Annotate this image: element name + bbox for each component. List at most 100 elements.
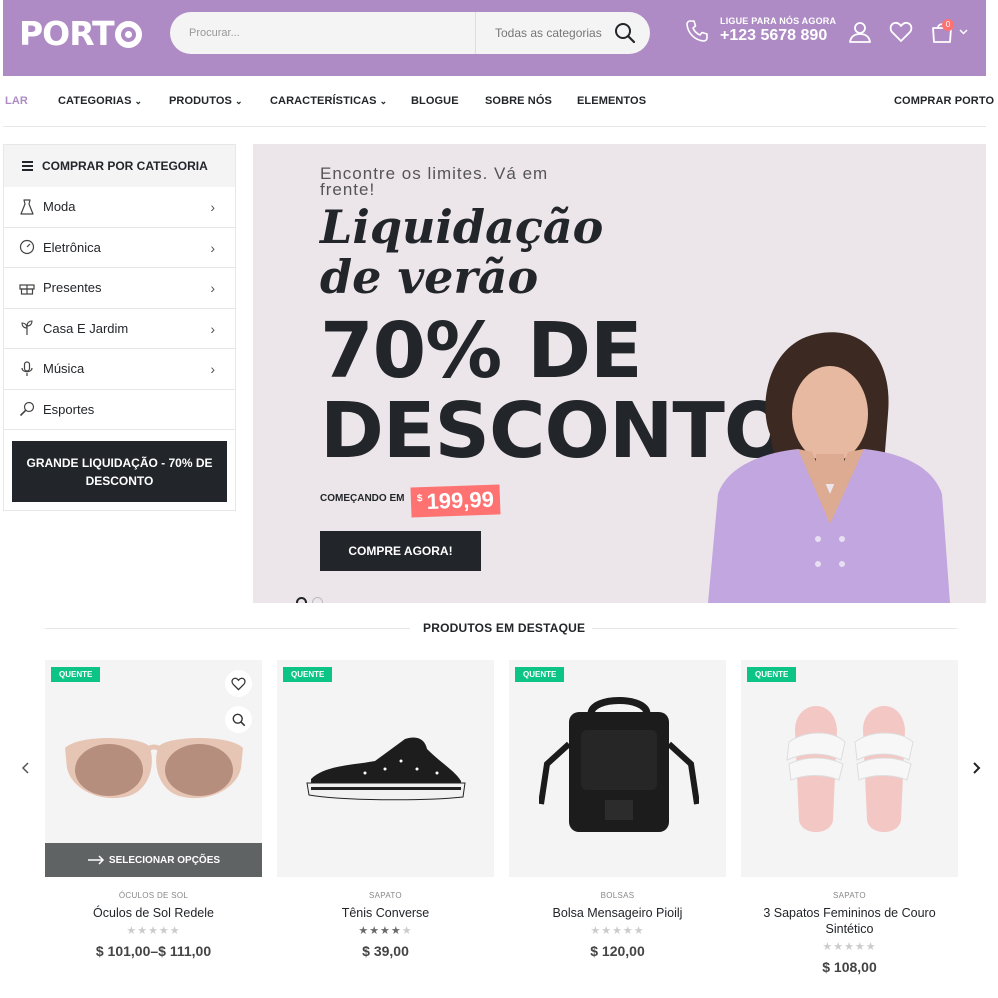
dress-icon: [19, 199, 35, 215]
product-card[interactable]: QUENTE BOLSAS Bolsa Mensageiro Pioilj ★★…: [509, 660, 726, 959]
search-bar: Todas as categorias: [170, 12, 650, 54]
sidebar-item-presentes[interactable]: Presentes ›: [4, 268, 235, 309]
search-input[interactable]: [170, 12, 475, 54]
rating-stars: ★★★★★: [358, 925, 413, 937]
product-category[interactable]: BOLSAS: [509, 891, 726, 900]
quick-view-button[interactable]: [225, 706, 252, 733]
chevron-right-icon: ›: [210, 320, 215, 337]
messenger-bag-image: [539, 697, 699, 832]
account-button[interactable]: [848, 20, 872, 49]
section-divider: [45, 628, 410, 629]
tennis-racket-icon: [19, 401, 35, 417]
chevron-left-icon: [21, 762, 29, 774]
product-category[interactable]: SAPATO: [277, 891, 494, 900]
chevron-right-icon: [973, 762, 981, 774]
cart-count-badge: 0: [942, 19, 954, 31]
sunglasses-image: [65, 738, 243, 799]
product-name[interactable]: Bolsa Mensageiro Pioilj: [509, 905, 726, 921]
nav-item-categorias[interactable]: CATEGORIAS ⌄: [58, 95, 142, 107]
site-header: PORT Todas as categorias LIGUE PARA NÓS …: [3, 0, 986, 76]
gift-icon: [19, 280, 35, 296]
phone-icon: [686, 19, 708, 42]
cart-button[interactable]: 0: [930, 19, 968, 49]
search-button[interactable]: [602, 12, 648, 54]
search-category-select[interactable]: Todas as categorias: [475, 12, 602, 54]
hot-badge: QUENTE: [515, 667, 565, 682]
carousel-dot[interactable]: [312, 597, 323, 603]
contact-phone[interactable]: LIGUE PARA NÓS AGORA +123 5678 890: [684, 16, 836, 45]
rating-stars: ★★★★★: [590, 925, 645, 937]
carousel-prev-button[interactable]: [20, 760, 32, 781]
menu-icon: [22, 159, 33, 173]
nav-item-produtos[interactable]: PRODUTOS ⌄: [169, 95, 243, 107]
sidebar-sale-banner[interactable]: GRANDE LIQUIDAÇÃO - 70% DE DESCONTO: [12, 441, 227, 502]
hot-badge: QUENTE: [51, 667, 101, 682]
nav-buy-porto-link[interactable]: COMPRAR PORTO: [894, 95, 994, 107]
rating-stars: ★★★★★: [822, 941, 877, 953]
chevron-right-icon: ›: [210, 361, 215, 377]
product-image[interactable]: QUENTE: [741, 660, 958, 877]
chevron-down-icon: ⌄: [379, 96, 388, 106]
wishlist-button[interactable]: [889, 20, 913, 49]
nav-item-sobre-nos[interactable]: SOBRE NÓS: [485, 95, 552, 107]
heart-icon: [231, 677, 246, 691]
logo[interactable]: PORT: [19, 14, 142, 53]
contact-number: +123 5678 890: [720, 27, 828, 44]
product-image[interactable]: QUENTE SELECIONAR OPÇÕES: [45, 660, 262, 877]
add-to-wishlist-button[interactable]: [225, 670, 252, 697]
product-card[interactable]: QUENTE SAPATO 3 Sapatos Femininos de Cou…: [741, 660, 958, 975]
product-image[interactable]: QUENTE: [277, 660, 494, 877]
sandals-image: [786, 705, 914, 832]
nav-item-elementos[interactable]: ELEMENTOS: [577, 95, 646, 107]
chevron-right-icon: ›: [210, 239, 215, 256]
logo-text: PORT: [19, 14, 115, 53]
section-divider: [592, 628, 957, 629]
hero-price-tag: $ 199,99: [410, 484, 501, 518]
sidebar-item-musica[interactable]: Música ›: [4, 349, 235, 390]
nav-item-caracteristicas[interactable]: CARACTERÍSTICAS ⌄: [270, 95, 387, 107]
product-name[interactable]: 3 Sapatos Femininos de Couro Sintético: [741, 905, 958, 937]
hot-badge: QUENTE: [283, 667, 333, 682]
product-price: $ 101,00–$ 111,00: [95, 943, 212, 959]
user-icon: [849, 22, 871, 43]
gauge-icon: [19, 239, 35, 255]
arrow-right-icon: [87, 855, 104, 865]
hero-title: Liquidação de verão: [320, 200, 604, 304]
sneaker-image: [306, 737, 466, 801]
search-icon: [232, 713, 245, 726]
chevron-down-icon: [959, 29, 968, 35]
rating-stars: ★★★★★: [126, 925, 181, 937]
featured-products-title: PRODUTOS EM DESTAQUE: [423, 621, 586, 635]
carousel-next-button[interactable]: [970, 760, 982, 781]
sidebar-item-label: Casa E Jardim: [43, 320, 129, 336]
product-category[interactable]: SAPATO: [741, 891, 958, 900]
product-image[interactable]: QUENTE: [509, 660, 726, 877]
sidebar-item-moda[interactable]: Moda ›: [4, 187, 235, 228]
product-name[interactable]: Óculos de Sol Redele: [45, 905, 262, 921]
sidebar-item-label: Eletrônica: [43, 239, 101, 255]
product-card[interactable]: QUENTE SELECIONAR OPÇÕES ÓCULOS DE SOL Ó…: [45, 660, 262, 959]
microphone-icon: [19, 361, 35, 377]
product-price: $ 108,00: [822, 959, 877, 975]
product-category[interactable]: ÓCULOS DE SOL: [45, 891, 262, 900]
chevron-down-icon: ⌄: [234, 96, 243, 106]
chevron-right-icon: ›: [210, 199, 215, 215]
nav-item-lar[interactable]: LAR: [5, 95, 28, 107]
nav-item-blogue[interactable]: BLOGUE: [411, 95, 459, 107]
chevron-right-icon: ›: [210, 280, 215, 296]
sidebar-item-label: Moda: [43, 199, 76, 215]
shop-now-button[interactable]: COMPRE AGORA!: [320, 531, 481, 571]
sidebar-item-casa-e-jardim[interactable]: Casa E Jardim ›: [4, 309, 235, 349]
sidebar-item-label: Música: [43, 361, 85, 377]
sidebar-header: COMPRAR POR CATEGORIA: [4, 145, 235, 187]
main-nav: LAR CATEGORIAS ⌄ PRODUTOS ⌄ CARACTERÍSTICA…: [3, 76, 994, 127]
search-icon: [615, 23, 636, 44]
sidebar-title: COMPRAR POR CATEGORIA: [42, 159, 208, 173]
product-name[interactable]: Tênis Converse: [277, 905, 494, 921]
select-options-button[interactable]: SELECIONAR OPÇÕES: [45, 843, 262, 877]
carousel-dot-active[interactable]: [296, 597, 307, 603]
product-card[interactable]: QUENTE SAPATO Tênis Converse ★★★★★ $ 39,…: [277, 660, 494, 959]
sidebar-item-eletronica[interactable]: Eletrônica ›: [4, 228, 235, 268]
sidebar-item-esportes[interactable]: Esportes: [4, 390, 235, 430]
sidebar-item-label: Presentes: [43, 280, 102, 296]
